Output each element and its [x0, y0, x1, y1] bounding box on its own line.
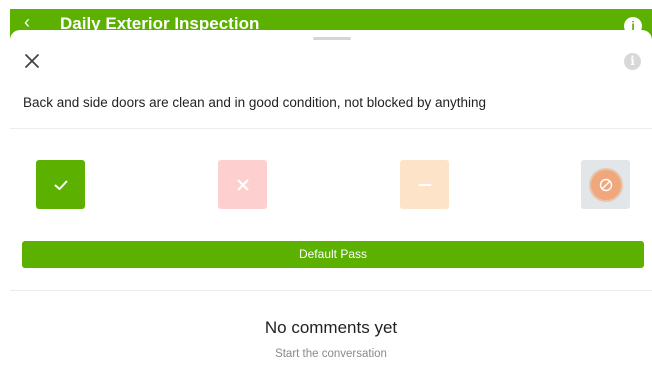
page-title: Daily Exterior Inspection	[60, 14, 260, 33]
fail-option-button[interactable]	[218, 160, 267, 209]
question-text: Back and side doors are clean and in goo…	[23, 95, 487, 110]
divider	[10, 128, 652, 129]
start-conversation-text: Start the conversation	[275, 348, 387, 360]
x-icon	[237, 179, 248, 190]
minus-icon	[418, 183, 431, 186]
not-applicable-option-button[interactable]	[400, 160, 449, 209]
back-arrow-icon[interactable]: ‹	[24, 13, 44, 31]
no-comments-title: No comments yet	[264, 318, 398, 337]
prohibited-icon	[599, 178, 612, 191]
bottom-sheet: i Back and side doors are clean and in g…	[10, 30, 652, 369]
drag-handle[interactable]	[313, 37, 351, 40]
skip-option-button[interactable]	[581, 160, 630, 209]
divider	[10, 290, 652, 291]
info-icon[interactable]: i	[624, 53, 641, 70]
pass-option-button[interactable]	[36, 160, 85, 209]
skip-selection-ring	[590, 169, 621, 200]
check-icon	[54, 180, 67, 190]
close-icon[interactable]	[22, 51, 42, 71]
default-pass-button[interactable]: Default Pass	[22, 241, 644, 268]
